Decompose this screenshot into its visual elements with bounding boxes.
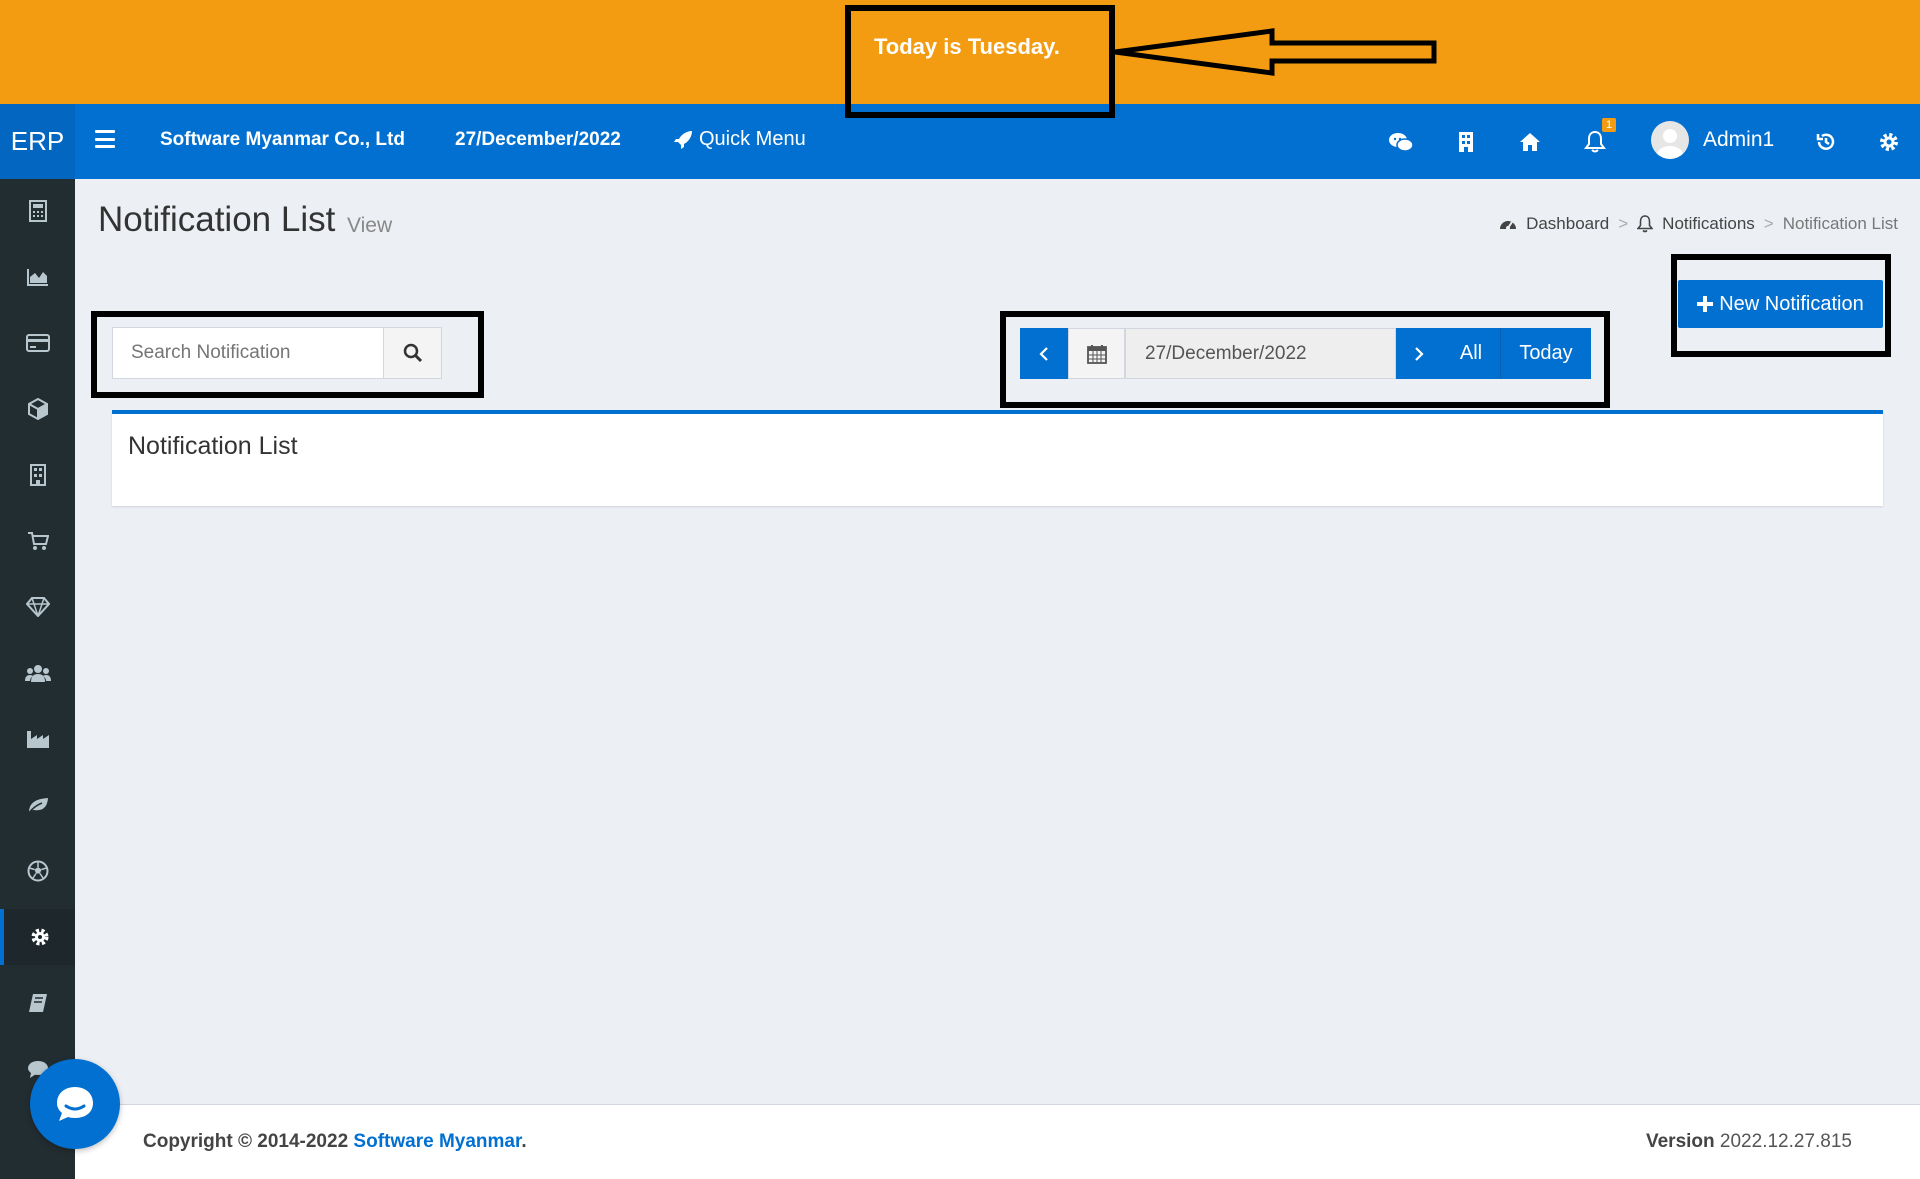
- breadcrumb-dashboard[interactable]: Dashboard: [1526, 214, 1609, 234]
- all-button[interactable]: All: [1442, 328, 1501, 379]
- users-icon: [24, 665, 51, 682]
- building-icon[interactable]: [1452, 128, 1480, 156]
- credit-card-icon: [25, 334, 50, 352]
- sidebar-item-settings[interactable]: [0, 909, 75, 965]
- sidebar-item-inventory[interactable]: [0, 381, 75, 437]
- banner-text: Today is Tuesday.: [874, 34, 1060, 59]
- leaf-icon: [26, 798, 48, 815]
- chat-widget-button[interactable]: [30, 1059, 120, 1149]
- home-icon[interactable]: [1516, 128, 1544, 156]
- user-name[interactable]: Admin1: [1703, 128, 1774, 152]
- avatar[interactable]: [1651, 121, 1689, 159]
- sidebar-item-sales[interactable]: [0, 513, 75, 569]
- annotation-arrow-icon: [1114, 28, 1437, 76]
- header-date[interactable]: 27/December/2022: [455, 129, 621, 151]
- next-date-button[interactable]: [1396, 328, 1442, 379]
- soccer-ball-icon: [27, 860, 48, 882]
- copyright-text: Copyright © 2014-2022 Software Myanmar.: [143, 1131, 527, 1153]
- gear-icon: [31, 928, 48, 946]
- notification-count-badge: 1: [1602, 118, 1617, 132]
- today-button[interactable]: Today: [1501, 328, 1591, 379]
- page-title: Notification List: [98, 200, 336, 239]
- sidebar-item-building[interactable]: [0, 447, 75, 503]
- cart-icon: [27, 532, 49, 550]
- new-notification-label: New Notification: [1719, 292, 1864, 315]
- sidebar: [0, 179, 75, 1179]
- company-link[interactable]: Software Myanmar: [353, 1131, 521, 1152]
- bell-icon: [1637, 215, 1654, 233]
- calendar-icon: [1086, 344, 1107, 364]
- app-logo[interactable]: ERP: [0, 104, 75, 179]
- history-icon[interactable]: [1812, 128, 1840, 156]
- panel-title: Notification List: [128, 432, 298, 460]
- wechat-icon[interactable]: [1387, 128, 1415, 156]
- breadcrumb-current: Notification List: [1782, 214, 1898, 233]
- breadcrumb-notifications[interactable]: Notifications: [1662, 214, 1755, 234]
- bell-icon[interactable]: [1581, 128, 1609, 156]
- plus-icon: [1697, 296, 1714, 312]
- sidebar-item-production[interactable]: [0, 711, 75, 767]
- annotation-box-banner: [845, 5, 1115, 118]
- footer: Copyright © 2014-2022 Software Myanmar. …: [75, 1104, 1920, 1179]
- copyright-suffix: .: [521, 1131, 527, 1152]
- menu-icon[interactable]: [95, 130, 115, 148]
- version-label: Version: [1645, 1131, 1715, 1152]
- sidebar-item-sports[interactable]: [0, 843, 75, 899]
- book-icon: [28, 994, 47, 1012]
- search-input[interactable]: [112, 327, 384, 379]
- notification-list-panel: Notification List: [112, 410, 1883, 506]
- version-value: 2022.12.27.815: [1719, 1131, 1852, 1152]
- page-subtitle: View: [347, 214, 393, 237]
- quick-menu-button[interactable]: Quick Menu: [673, 128, 806, 151]
- sidebar-item-agriculture[interactable]: [0, 777, 75, 833]
- new-notification-button[interactable]: New Notification: [1678, 280, 1883, 328]
- dashboard-icon: [1500, 221, 1517, 230]
- area-chart-icon: [26, 269, 48, 286]
- calculator-icon: [28, 200, 47, 222]
- chevron-right-icon: [1415, 346, 1424, 361]
- breadcrumb: Dashboard > Notifications > Notification…: [1499, 214, 1898, 234]
- rocket-icon: [674, 130, 692, 149]
- chat-icon: [57, 1087, 93, 1121]
- copyright-prefix: Copyright © 2014-2022: [143, 1131, 349, 1152]
- industry-icon: [26, 731, 49, 748]
- previous-date-button[interactable]: [1020, 328, 1068, 379]
- gear-icon[interactable]: [1875, 128, 1903, 156]
- date-field[interactable]: 27/December/2022: [1125, 328, 1396, 379]
- sidebar-item-users[interactable]: [0, 645, 75, 701]
- breadcrumb-separator: >: [1618, 214, 1629, 233]
- sidebar-item-calculator[interactable]: [0, 183, 75, 239]
- quick-menu-label: Quick Menu: [699, 128, 806, 150]
- breadcrumb-separator: >: [1763, 214, 1774, 233]
- sidebar-item-chart[interactable]: [0, 249, 75, 305]
- sidebar-item-premium[interactable]: [0, 579, 75, 635]
- sidebar-item-docs[interactable]: [0, 975, 75, 1031]
- company-name[interactable]: Software Myanmar Co., Ltd: [160, 129, 405, 151]
- version-info: Version 2022.12.27.815: [1646, 1131, 1852, 1153]
- diamond-icon: [25, 597, 50, 617]
- search-button[interactable]: [383, 327, 442, 379]
- calendar-button[interactable]: [1068, 328, 1125, 379]
- sidebar-item-payment[interactable]: [0, 315, 75, 371]
- chevron-left-icon: [1039, 346, 1048, 361]
- building-icon: [29, 464, 46, 486]
- search-icon: [403, 343, 422, 363]
- cube-icon: [27, 398, 48, 420]
